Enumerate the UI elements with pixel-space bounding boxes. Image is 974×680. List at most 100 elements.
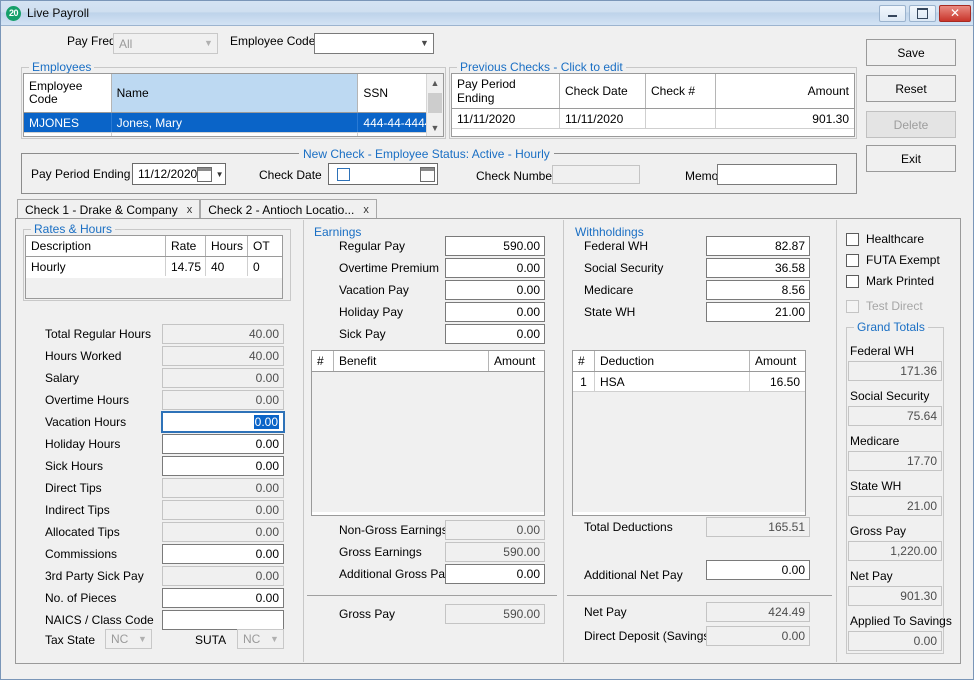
pay-freq-select[interactable]: All ▼: [113, 33, 218, 54]
pay-period-ending-input[interactable]: 11/12/2020 ▼: [132, 163, 226, 185]
label: Salary: [45, 371, 79, 385]
benefits-grid-body[interactable]: [312, 372, 544, 512]
earn-total-input-2[interactable]: 0.00: [445, 564, 545, 584]
calendar-icon[interactable]: [197, 167, 212, 182]
earn-field-input-1[interactable]: 0.00: [445, 258, 545, 278]
total-deductions-row: Total Deductions: [584, 520, 673, 534]
label: Overtime Hours: [45, 393, 129, 407]
table-row[interactable]: JSMITH Smith, James 111-11-1111: [24, 133, 443, 137]
memo-input[interactable]: [717, 164, 837, 185]
prev-date-cell: 11/11/2020: [560, 109, 646, 128]
wh-field-input-1[interactable]: 36.58: [706, 258, 810, 278]
rh-field-input-10[interactable]: 0.00: [162, 544, 284, 564]
scrollbar-thumb[interactable]: [428, 93, 442, 113]
deduction-amount-cell: 16.50: [750, 372, 805, 391]
close-icon[interactable]: x: [187, 204, 193, 216]
close-icon[interactable]: ✕: [939, 5, 971, 22]
scroll-up-icon[interactable]: ▲: [427, 74, 443, 91]
employee-code-select[interactable]: ▼: [314, 33, 434, 54]
tab-check-2[interactable]: Check 2 - Antioch Locatio... x: [200, 199, 377, 219]
withholdings-divider: [567, 595, 832, 596]
checkbox-icon[interactable]: [846, 275, 859, 288]
pay-freq-row: Pay Freq.: [67, 34, 119, 48]
employees-scrollbar[interactable]: ▲ ▼: [426, 74, 443, 136]
tax-state-label: Tax State: [45, 633, 95, 647]
previous-checks-grid[interactable]: Pay Period Ending Check Date Check # Amo…: [451, 73, 855, 137]
selected-text: 0.00: [254, 415, 279, 429]
rh-field-input-3: 0.00: [162, 390, 284, 410]
rh-field-input-6[interactable]: 0.00: [162, 456, 284, 476]
scroll-down-icon[interactable]: ▼: [427, 119, 443, 136]
label: Vacation Hours: [45, 415, 126, 429]
withholdings-group-title: Withholdings: [572, 225, 647, 239]
rh-field-input-0: 40.00: [162, 324, 284, 344]
wh-field-label-2: Medicare: [584, 283, 633, 297]
earn-field-input-2[interactable]: 0.00: [445, 280, 545, 300]
benefit-col-name: Benefit: [334, 351, 489, 371]
employees-grid[interactable]: Employee Code Name SSN MJONES Jones, Mar…: [23, 73, 444, 137]
gt-value-2: 17.70: [848, 451, 942, 471]
save-button[interactable]: Save: [866, 39, 956, 66]
prev-amount-cell: 901.30: [716, 109, 854, 128]
rh-field-input-13[interactable]: [162, 610, 284, 630]
rh-field-input-8: 0.00: [162, 500, 284, 520]
rate-hours-cell: 40: [206, 257, 248, 276]
memo-row: Memo: [685, 169, 718, 183]
maximize-icon[interactable]: [909, 5, 936, 22]
table-row[interactable]: MJONES Jones, Mary 444-44-4444: [24, 113, 443, 133]
rh-field-input-5[interactable]: 0.00: [162, 434, 284, 454]
deductions-grid[interactable]: # Deduction Amount 1 HSA 16.50: [572, 350, 806, 516]
checkbox-icon[interactable]: [846, 233, 859, 246]
close-icon[interactable]: x: [363, 204, 369, 216]
label: Social Security: [850, 389, 929, 403]
earn-field-input-0[interactable]: 590.00: [445, 236, 545, 256]
option-healthcare[interactable]: Healthcare: [846, 232, 924, 246]
wh-field-label-0: Federal WH: [584, 239, 648, 253]
minimize-icon[interactable]: [879, 5, 906, 22]
prev-period-cell: 11/11/2020: [452, 109, 560, 128]
panel-divider-1: [303, 220, 304, 662]
label: Commissions: [45, 547, 117, 561]
benefits-grid[interactable]: # Benefit Amount: [311, 350, 545, 516]
rates-hours-row-wrap[interactable]: Hourly 14.75 40 0: [25, 257, 283, 278]
deductions-grid-body[interactable]: [573, 392, 805, 512]
check-tabs: Check 1 - Drake & Company x Check 2 - An…: [17, 199, 377, 219]
additional-net-pay-row: Additional Net Pay: [584, 568, 683, 582]
earn-field-input-3[interactable]: 0.00: [445, 302, 545, 322]
label: Regular Pay: [339, 239, 405, 253]
pay-freq-label: Pay Freq.: [67, 34, 119, 48]
earn-field-input-4[interactable]: 0.00: [445, 324, 545, 344]
direct-deposit-row: Direct Deposit (Savings): [584, 629, 713, 643]
wh-field-input-2[interactable]: 8.56: [706, 280, 810, 300]
gt-label-0: Federal WH: [850, 344, 914, 358]
label: Federal WH: [584, 239, 648, 253]
tab-check-1[interactable]: Check 1 - Drake & Company x: [17, 199, 200, 219]
gross-pay-label: Gross Pay: [339, 607, 395, 621]
deductions-grid-header: # Deduction Amount: [573, 351, 805, 372]
checkbox-icon[interactable]: [846, 254, 859, 267]
rh-field-input-12[interactable]: 0.00: [162, 588, 284, 608]
rates-hours-grid-blank[interactable]: [25, 278, 283, 299]
table-row[interactable]: Hourly 14.75 40 0: [26, 257, 282, 276]
gross-pay-value: 590.00: [445, 604, 545, 624]
option-futa-exempt[interactable]: FUTA Exempt: [846, 253, 940, 267]
rh-field-label-9: Allocated Tips: [45, 525, 120, 539]
calendar-icon[interactable]: [420, 167, 435, 182]
previous-checks-grid-header: Pay Period Ending Check Date Check # Amo…: [452, 74, 854, 109]
additional-net-pay-input[interactable]: 0.00: [706, 560, 810, 580]
option-mark-printed[interactable]: Mark Printed: [846, 274, 934, 288]
exit-button[interactable]: Exit: [866, 145, 956, 172]
checkbox-icon: [846, 300, 859, 313]
check-date-input[interactable]: [328, 163, 438, 185]
wh-field-input-3[interactable]: 21.00: [706, 302, 810, 322]
table-row[interactable]: 11/11/2020 11/11/2020 901.30: [452, 109, 854, 129]
gt-value-6: 0.00: [848, 631, 942, 651]
rh-field-input-4[interactable]: 0.00: [162, 412, 284, 432]
reset-button[interactable]: Reset: [866, 75, 956, 102]
gt-value-3: 21.00: [848, 496, 942, 516]
pay-period-ending-label: Pay Period Ending: [31, 167, 130, 181]
wh-field-input-0[interactable]: 82.87: [706, 236, 810, 256]
chevron-down-icon[interactable]: ▼: [214, 170, 225, 179]
gt-label-2: Medicare: [850, 434, 899, 448]
table-row[interactable]: 1 HSA 16.50: [573, 372, 805, 392]
